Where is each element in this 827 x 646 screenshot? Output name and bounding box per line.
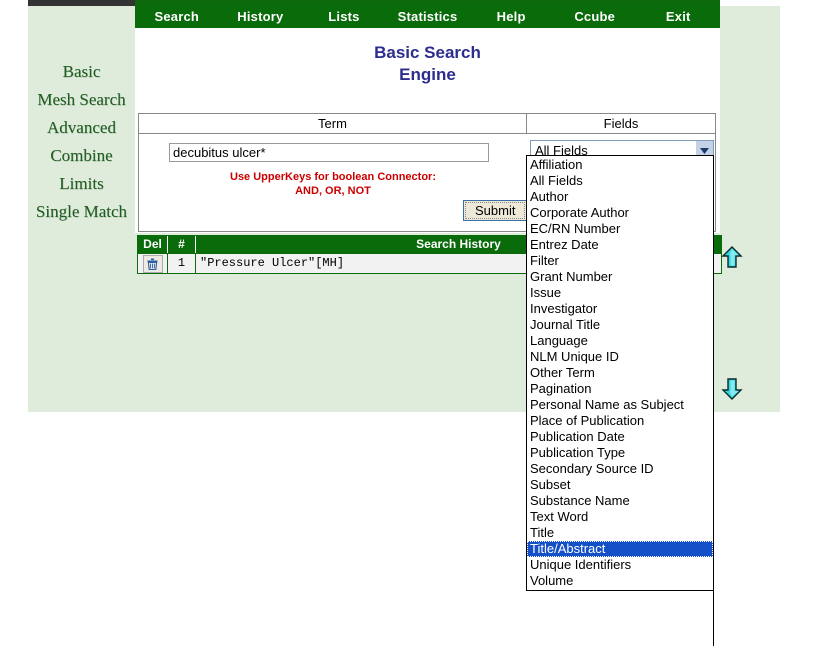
field-option[interactable]: Substance Name xyxy=(527,493,713,509)
field-option[interactable]: Publication Type xyxy=(527,445,713,461)
page-title-line1: Basic Search xyxy=(374,43,481,62)
field-option[interactable]: Grant Number xyxy=(527,269,713,285)
field-option[interactable]: Unique Identifiers xyxy=(527,557,713,573)
field-option[interactable]: Publication Date xyxy=(527,429,713,445)
nav-item-ccube[interactable]: Ccube xyxy=(553,5,637,28)
field-option[interactable]: Issue xyxy=(527,285,713,301)
field-option[interactable]: Journal Title xyxy=(527,317,713,333)
arrow-up-icon[interactable] xyxy=(721,246,743,273)
trash-icon[interactable] xyxy=(142,254,163,273)
nav-item-statistics[interactable]: Statistics xyxy=(386,5,470,28)
warning-line-2: AND, OR, NOT xyxy=(295,185,371,197)
arrow-down-icon[interactable] xyxy=(721,378,743,405)
page-title-line2: Engine xyxy=(399,65,456,84)
field-option[interactable]: All Fields xyxy=(527,173,713,189)
field-option[interactable]: Text Word xyxy=(527,509,713,525)
field-option[interactable]: EC/RN Number xyxy=(527,221,713,237)
field-option[interactable]: Language xyxy=(527,333,713,349)
field-option[interactable]: Subset xyxy=(527,477,713,493)
delete-cell xyxy=(138,254,168,273)
field-option[interactable]: Secondary Source ID xyxy=(527,461,713,477)
column-header-fields: Fields xyxy=(603,116,639,131)
sidebar-menu: Basic Mesh Search Advanced Combine Limit… xyxy=(28,58,135,226)
field-option[interactable]: Personal Name as Subject xyxy=(527,397,713,413)
field-option[interactable]: Place of Publication xyxy=(527,413,713,429)
submit-button[interactable]: Submit xyxy=(463,200,528,221)
nav-item-history[interactable]: History xyxy=(219,5,303,28)
field-option[interactable]: NLM Unique ID xyxy=(527,349,713,365)
main-navigation-bar: Search History Lists Statistics Help Ccu… xyxy=(135,5,720,28)
term-column: Use UpperKeys for boolean Connector: AND… xyxy=(139,134,528,231)
nav-item-exit[interactable]: Exit xyxy=(636,5,720,28)
nav-item-search[interactable]: Search xyxy=(135,5,219,28)
field-option[interactable]: Title/Abstract xyxy=(527,541,713,557)
nav-item-lists[interactable]: Lists xyxy=(302,5,386,28)
sidebar-item-advanced[interactable]: Advanced xyxy=(28,114,135,142)
sidebar-item-single-match[interactable]: Single Match xyxy=(28,198,135,226)
field-option[interactable]: Filter xyxy=(527,253,713,269)
sidebar-item-mesh-search[interactable]: Mesh Search xyxy=(28,86,135,114)
field-option[interactable]: Affiliation xyxy=(527,157,713,173)
column-header-del: Del xyxy=(138,236,168,253)
column-header-number: # xyxy=(168,236,196,253)
field-option[interactable]: Title xyxy=(527,525,713,541)
nav-item-help[interactable]: Help xyxy=(469,5,553,28)
field-option[interactable]: Volume xyxy=(527,573,713,589)
column-header-term: Term xyxy=(139,114,527,133)
sidebar-item-limits[interactable]: Limits xyxy=(28,170,135,198)
field-option[interactable]: Entrez Date xyxy=(527,237,713,253)
warning-line-1: Use UpperKeys for boolean Connector: xyxy=(230,171,436,183)
row-number: 1 xyxy=(168,254,196,273)
sidebar-item-basic[interactable]: Basic xyxy=(28,58,135,86)
field-option[interactable]: Pagination xyxy=(527,381,713,397)
field-option[interactable]: Corporate Author xyxy=(527,205,713,221)
field-select-options-list[interactable]: Affiliation All Fields Author Corporate Aut… xyxy=(526,155,714,591)
field-option[interactable]: Other Term xyxy=(527,365,713,381)
search-term-input[interactable] xyxy=(169,143,489,162)
field-option[interactable]: Author xyxy=(527,189,713,205)
field-option[interactable]: Investigator xyxy=(527,301,713,317)
boolean-connector-warning: Use UpperKeys for boolean Connector: AND… xyxy=(161,170,505,198)
sidebar-item-combine[interactable]: Combine xyxy=(28,142,135,170)
submit-button-wrapper: Submit xyxy=(463,200,528,221)
page-title: Basic Search Engine xyxy=(135,28,720,86)
search-form-header-row: Term Fields xyxy=(139,114,715,134)
